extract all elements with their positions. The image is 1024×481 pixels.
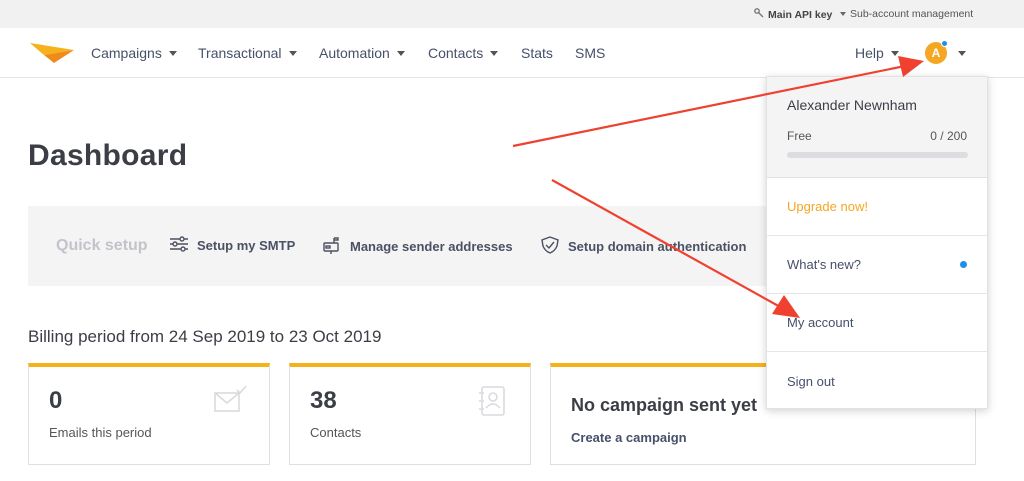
setup-domain-authentication-label: Setup domain authentication xyxy=(568,239,747,254)
manage-sender-addresses-link[interactable]: Manage sender addresses xyxy=(322,236,513,257)
key-icon xyxy=(754,8,764,21)
my-account-link[interactable]: My account xyxy=(767,294,987,352)
account-name: Alexander Newnham xyxy=(787,97,917,113)
emails-stat-card[interactable]: 0 Emails this period xyxy=(28,363,270,465)
setup-smtp-label: Setup my SMTP xyxy=(197,238,296,253)
main-api-key-label: Main API key xyxy=(768,8,833,21)
whats-new-label: What's new? xyxy=(787,257,862,272)
quick-setup-panel: Quick setup Setup my SMTP Manage sender … xyxy=(28,206,788,286)
nav-help-label: Help xyxy=(855,45,884,61)
avatar-initial: A xyxy=(931,46,941,60)
emails-label: Emails this period xyxy=(49,425,152,440)
nav-contacts-label: Contacts xyxy=(428,45,484,61)
emails-count: 0 xyxy=(49,387,63,414)
main-api-key-link[interactable]: Main API key xyxy=(754,8,832,21)
whats-new-link[interactable]: What's new? xyxy=(767,236,987,294)
nav-contacts[interactable]: Contacts xyxy=(428,45,499,61)
chevron-down-icon xyxy=(840,12,846,16)
account-quota: 0 / 200 xyxy=(930,129,967,143)
contacts-stat-card[interactable]: 38 Contacts xyxy=(289,363,531,465)
upgrade-now-link[interactable]: Upgrade now! xyxy=(767,178,987,236)
no-campaign-title: No campaign sent yet xyxy=(571,395,758,415)
manage-sender-addresses-label: Manage sender addresses xyxy=(350,239,513,254)
setup-domain-authentication-link[interactable]: Setup domain authentication xyxy=(540,236,746,257)
subaccount-management-link[interactable]: Sub-account management xyxy=(840,8,973,20)
nav-sms[interactable]: SMS xyxy=(575,45,605,61)
quick-setup-label: Quick setup xyxy=(56,237,148,254)
nav-campaigns-label: Campaigns xyxy=(91,45,162,61)
nav-help[interactable]: Help xyxy=(855,45,899,61)
nav-transactional-label: Transactional xyxy=(198,45,282,61)
main-navbar: Campaigns Transactional Automation Conta… xyxy=(0,28,1024,78)
chevron-down-icon xyxy=(490,50,499,56)
my-account-label: My account xyxy=(787,315,854,330)
notification-dot-icon xyxy=(960,261,967,268)
sign-out-link[interactable]: Sign out xyxy=(767,352,987,410)
address-book-icon xyxy=(478,385,508,422)
page-title: Dashboard xyxy=(28,139,188,172)
account-menu-chevron-icon[interactable] xyxy=(958,51,966,56)
setup-smtp-link[interactable]: Setup my SMTP xyxy=(169,236,295,255)
nav-transactional[interactable]: Transactional xyxy=(198,45,297,61)
account-dropdown-menu: Alexander Newnham Free 0 / 200 Upgrade n… xyxy=(766,76,988,409)
email-check-icon xyxy=(213,385,247,420)
nav-stats-label: Stats xyxy=(521,45,553,61)
nav-automation-label: Automation xyxy=(319,45,390,61)
mailbox-icon xyxy=(322,236,342,257)
chevron-down-icon xyxy=(288,50,297,56)
sliders-icon xyxy=(169,236,189,255)
shield-check-icon xyxy=(540,236,560,257)
chevron-down-icon xyxy=(168,50,177,56)
nav-sms-label: SMS xyxy=(575,45,606,61)
billing-period-heading: Billing period from 24 Sep 2019 to 23 Oc… xyxy=(28,327,382,346)
quota-progress-bar xyxy=(787,152,968,158)
top-utility-bar: Main API key Sub-account management xyxy=(0,0,1024,28)
create-campaign-link[interactable]: Create a campaign xyxy=(571,430,687,445)
nav-campaigns[interactable]: Campaigns xyxy=(91,45,177,61)
account-plan: Free xyxy=(787,129,812,143)
nav-stats[interactable]: Stats xyxy=(521,45,553,61)
brand-logo[interactable] xyxy=(30,41,76,70)
upgrade-now-label: Upgrade now! xyxy=(787,199,868,214)
notification-dot-icon xyxy=(941,40,948,47)
sign-out-label: Sign out xyxy=(787,373,835,389)
nav-automation[interactable]: Automation xyxy=(319,45,405,61)
contacts-label: Contacts xyxy=(310,425,362,440)
subaccount-management-label: Sub-account management xyxy=(850,8,974,20)
contacts-count: 38 xyxy=(310,387,337,414)
account-summary: Alexander Newnham Free 0 / 200 xyxy=(767,77,987,178)
chevron-down-icon xyxy=(396,50,405,56)
chevron-down-icon xyxy=(890,50,899,56)
